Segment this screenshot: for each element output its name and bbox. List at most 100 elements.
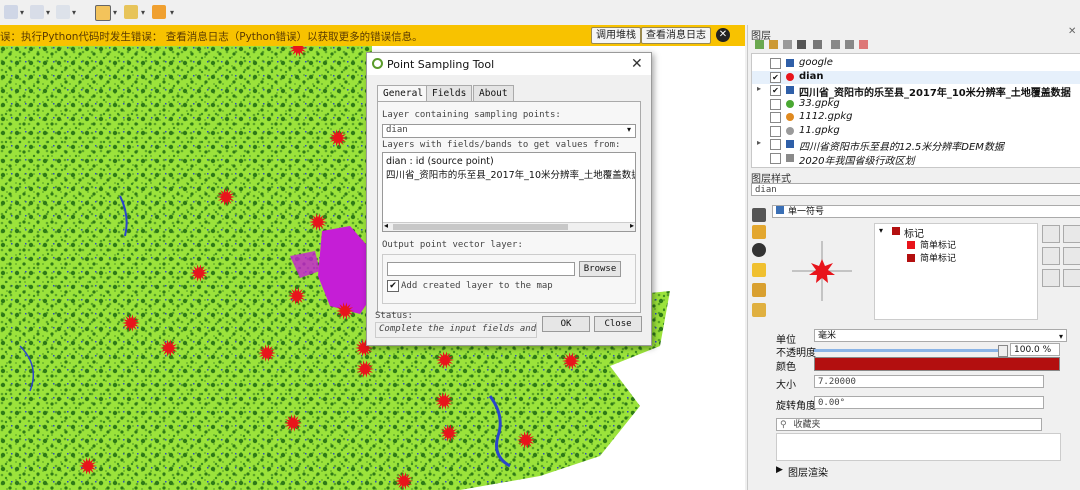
layer-item[interactable]: 2020年我国省级行政区划 [752, 152, 1080, 167]
close-icon[interactable]: ✕ [631, 56, 643, 72]
add-group-icon[interactable] [769, 40, 778, 49]
raster-icon [786, 59, 794, 67]
opacity-spinbox[interactable]: 100.0 % [1010, 343, 1060, 356]
symbol-preview-svg [792, 241, 852, 301]
view-log-button[interactable]: 查看消息日志 [641, 27, 711, 44]
layer-visibility-checkbox[interactable]: ✔ [770, 85, 781, 96]
layer-visibility-checkbox[interactable] [770, 58, 781, 69]
error-message: 误：执行Python代码时发生错误： 查看消息日志（Python错误）以获取更多… [0, 31, 423, 43]
layer-item[interactable]: 11.gpkg [752, 125, 1080, 138]
chevron-right-icon[interactable]: ▸ [757, 84, 761, 93]
table-icon[interactable] [124, 5, 138, 19]
rotation-spinbox[interactable]: 0.00° [814, 396, 1044, 409]
chevron-down-icon[interactable]: ▾ [879, 226, 883, 235]
horizontal-scrollbar[interactable]: ◂ ▸ [383, 221, 635, 231]
identify-icon[interactable] [95, 5, 111, 21]
ok-button[interactable]: OK [542, 316, 590, 332]
deselect-icon[interactable] [56, 5, 70, 19]
chevron-down-icon[interactable]: ▾ [20, 8, 24, 17]
status-label: Status: [375, 311, 413, 321]
move-up-button[interactable] [1063, 225, 1080, 243]
opacity-slider[interactable] [814, 345, 1008, 357]
layer-visibility-checkbox[interactable]: ✔ [770, 71, 781, 83]
layer-item[interactable]: ▸ 四川省资阳市乐至县的12.5米分辨率DEM数据 [752, 138, 1080, 153]
tab-about[interactable]: About [473, 85, 514, 101]
chevron-right-icon[interactable]: ▸ [757, 138, 761, 147]
layer-item[interactable]: google [752, 57, 1080, 70]
symbol-layer-2[interactable]: 简单标记 [920, 251, 956, 264]
scrollbar-thumb[interactable] [393, 224, 568, 230]
layers-tree[interactable]: google ✔ dian ▸ ✔ 四川省_资阳市的乐至县_2017年_10米分辨率_土地… [751, 53, 1080, 168]
chevron-down-icon: ▾ [1058, 332, 1063, 341]
lock-symbol-button[interactable] [1042, 269, 1060, 287]
chevron-down-icon[interactable]: ▾ [113, 8, 117, 17]
symbol-tree[interactable]: ▾ 标记 简单标记 简单标记 [874, 223, 1038, 320]
scroll-right-icon[interactable]: ▸ [630, 221, 634, 230]
chevron-down-icon[interactable]: ▾ [170, 8, 174, 17]
opacity-value: 100.0 % [1014, 345, 1052, 355]
layer-visibility-checkbox[interactable] [770, 139, 781, 150]
layer-item[interactable]: ▸ ✔ 四川省_资阳市的乐至县_2017年_10米分辨率_土地覆盖数据 [752, 84, 1080, 99]
style-layer-combo[interactable]: dian [751, 183, 1080, 196]
slider-handle[interactable] [998, 345, 1008, 357]
tab-general[interactable]: General [377, 85, 430, 102]
color-button[interactable] [814, 357, 1060, 371]
layer-rendering-label[interactable]: 图层渲染 [788, 464, 828, 479]
manage-map-themes-icon[interactable] [783, 40, 792, 49]
expand-all-icon[interactable] [831, 40, 840, 49]
sampling-layer-combo[interactable]: dian ▾ [382, 124, 636, 138]
add-layer-checkbox[interactable]: ✔ [387, 280, 399, 292]
unit-combo[interactable]: 毫米 ▾ [814, 329, 1067, 342]
browse-button[interactable]: Browse [579, 261, 621, 277]
dialog-titlebar[interactable]: Point Sampling Tool ✕ [367, 53, 651, 75]
list-item[interactable]: 四川省_资阳市的乐至县_2017年_10米分辨率_土地覆盖数据 : 1 [386, 167, 635, 181]
chevron-down-icon[interactable]: ▾ [72, 8, 76, 17]
3d-view-icon[interactable] [752, 263, 766, 277]
favorites-search[interactable]: ⚲ 收藏夹 [776, 418, 1042, 431]
stack-trace-button[interactable]: 调用堆栈 [591, 27, 641, 44]
close-icon[interactable]: ✕ [716, 28, 730, 42]
layer-item[interactable]: 33.gpkg [752, 98, 1080, 111]
fields-list[interactable]: dian : id (source point) 四川省_资阳市的乐至县_201… [382, 152, 636, 232]
orange-dot-icon [786, 113, 794, 121]
close-button[interactable]: Close [594, 316, 642, 332]
close-icon[interactable]: ✕ [1068, 26, 1076, 37]
select-rect-icon[interactable] [30, 5, 44, 19]
opacity-label: 不透明度 [776, 348, 816, 359]
paint-brush-icon[interactable] [752, 208, 766, 222]
duplicate-symbol-button[interactable] [1063, 269, 1080, 287]
chevron-down-icon[interactable]: ▾ [141, 8, 145, 17]
filter-icon[interactable] [797, 40, 806, 49]
symbol-library-list[interactable] [776, 433, 1061, 461]
open-styling-icon[interactable] [755, 40, 764, 49]
size-spinbox[interactable]: 7.20000 [814, 375, 1044, 388]
add-symbol-layer-button[interactable] [1042, 225, 1060, 243]
select-tool-icon[interactable] [4, 5, 18, 19]
labels-icon[interactable] [752, 225, 766, 239]
filter-legend-icon[interactable] [813, 40, 822, 49]
scroll-left-icon[interactable]: ◂ [384, 221, 388, 230]
layer-visibility-checkbox[interactable] [770, 98, 781, 110]
remove-symbol-layer-button[interactable] [1042, 247, 1060, 265]
layer-item[interactable]: ✔ dian [752, 70, 1080, 84]
layer-visibility-checkbox[interactable] [770, 112, 781, 123]
symbol-layer-1[interactable]: 简单标记 [920, 238, 956, 251]
layer-visibility-checkbox[interactable] [770, 125, 781, 137]
remove-layer-icon[interactable] [859, 40, 868, 49]
layer-item[interactable]: 1112.gpkg [752, 111, 1080, 124]
output-path-input[interactable] [387, 262, 575, 276]
move-down-button[interactable] [1063, 247, 1080, 265]
layer-add-icon[interactable] [152, 5, 166, 19]
chevron-down-icon[interactable]: ▾ [46, 8, 50, 17]
tab-fields[interactable]: Fields [426, 85, 473, 101]
renderer-combo[interactable]: 单一符号 [772, 205, 1080, 218]
layer-visibility-checkbox[interactable] [770, 152, 781, 164]
masks-icon[interactable] [752, 243, 766, 257]
diagrams-icon[interactable] [752, 283, 766, 297]
sampling-layer-value: dian [386, 125, 408, 135]
chevron-right-icon[interactable]: ▶ [776, 465, 783, 475]
list-item[interactable]: dian : id (source point) [386, 156, 494, 167]
status-text: Complete the input fields and pu [379, 324, 537, 334]
history-icon[interactable] [752, 303, 766, 317]
collapse-all-icon[interactable] [845, 40, 854, 49]
